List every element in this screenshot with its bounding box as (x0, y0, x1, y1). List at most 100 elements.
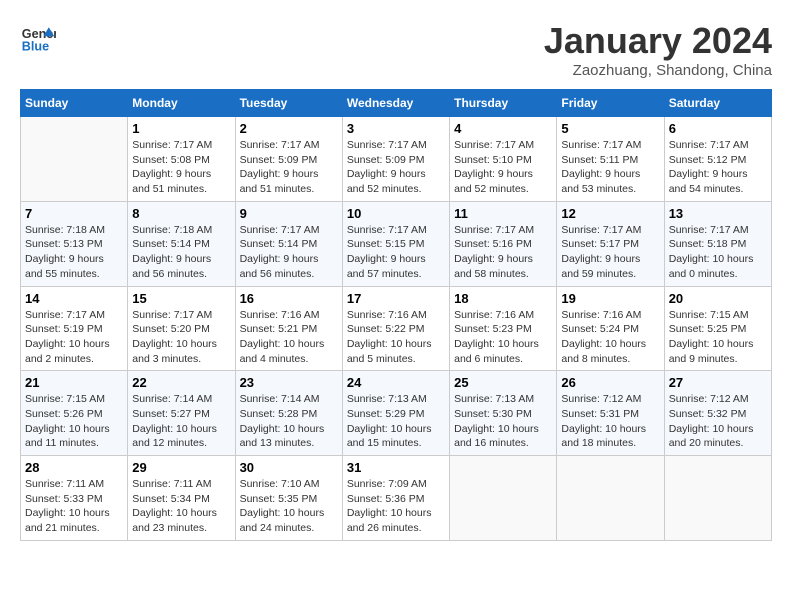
day-number: 26 (561, 375, 659, 390)
calendar-cell: 16 Sunrise: 7:16 AM Sunset: 5:21 PM Dayli… (235, 286, 342, 371)
day-number: 12 (561, 206, 659, 221)
day-number: 19 (561, 291, 659, 306)
day-info: Sunrise: 7:15 AM Sunset: 5:26 PM Dayligh… (25, 392, 123, 451)
day-info: Sunrise: 7:17 AM Sunset: 5:09 PM Dayligh… (240, 138, 338, 197)
day-number: 25 (454, 375, 552, 390)
calendar-cell: 13 Sunrise: 7:17 AM Sunset: 5:18 PM Dayli… (664, 201, 771, 286)
column-header-wednesday: Wednesday (342, 90, 449, 117)
calendar-cell (664, 456, 771, 541)
day-info: Sunrise: 7:17 AM Sunset: 5:11 PM Dayligh… (561, 138, 659, 197)
calendar-week-row: 28 Sunrise: 7:11 AM Sunset: 5:33 PM Dayli… (21, 456, 772, 541)
calendar-cell: 3Sunrise: 7:17 AM Sunset: 5:09 PM Daylig… (342, 117, 449, 202)
day-info: Sunrise: 7:11 AM Sunset: 5:34 PM Dayligh… (132, 477, 230, 536)
day-info: Sunrise: 7:18 AM Sunset: 5:13 PM Dayligh… (25, 223, 123, 282)
calendar-cell: 19 Sunrise: 7:16 AM Sunset: 5:24 PM Dayli… (557, 286, 664, 371)
day-number: 10 (347, 206, 445, 221)
calendar-week-row: 7 Sunrise: 7:18 AM Sunset: 5:13 PM Daylig… (21, 201, 772, 286)
location-subtitle: Zaozhuang, Shandong, China (544, 62, 772, 79)
day-info: Sunrise: 7:16 AM Sunset: 5:24 PM Dayligh… (561, 308, 659, 367)
calendar-cell: 27 Sunrise: 7:12 AM Sunset: 5:32 PM Dayli… (664, 371, 771, 456)
calendar-cell: 30 Sunrise: 7:10 AM Sunset: 5:35 PM Dayli… (235, 456, 342, 541)
day-number: 2 (240, 121, 338, 136)
day-info: Sunrise: 7:09 AM Sunset: 5:36 PM Dayligh… (347, 477, 445, 536)
logo-icon: General Blue (20, 20, 56, 56)
calendar-cell (557, 456, 664, 541)
calendar-cell: 24 Sunrise: 7:13 AM Sunset: 5:29 PM Dayli… (342, 371, 449, 456)
calendar-cell: 12 Sunrise: 7:17 AM Sunset: 5:17 PM Dayli… (557, 201, 664, 286)
calendar-header-row: SundayMondayTuesdayWednesdayThursdayFrid… (21, 90, 772, 117)
column-header-tuesday: Tuesday (235, 90, 342, 117)
calendar-cell: 23 Sunrise: 7:14 AM Sunset: 5:28 PM Dayli… (235, 371, 342, 456)
calendar-cell: 21 Sunrise: 7:15 AM Sunset: 5:26 PM Dayli… (21, 371, 128, 456)
day-number: 30 (240, 460, 338, 475)
logo: General Blue (20, 20, 56, 56)
calendar-cell: 14 Sunrise: 7:17 AM Sunset: 5:19 PM Dayli… (21, 286, 128, 371)
day-number: 1 (132, 121, 230, 136)
day-info: Sunrise: 7:18 AM Sunset: 5:14 PM Dayligh… (132, 223, 230, 282)
page-header: General Blue January 2024 Zaozhuang, Sha… (20, 20, 772, 79)
day-info: Sunrise: 7:17 AM Sunset: 5:09 PM Dayligh… (347, 138, 445, 197)
day-number: 14 (25, 291, 123, 306)
calendar-cell: 31Sunrise: 7:09 AM Sunset: 5:36 PM Dayli… (342, 456, 449, 541)
calendar-week-row: 21 Sunrise: 7:15 AM Sunset: 5:26 PM Dayli… (21, 371, 772, 456)
day-info: Sunrise: 7:16 AM Sunset: 5:23 PM Dayligh… (454, 308, 552, 367)
day-number: 4 (454, 121, 552, 136)
day-number: 16 (240, 291, 338, 306)
day-number: 6 (669, 121, 767, 136)
calendar-cell: 25Sunrise: 7:13 AM Sunset: 5:30 PM Dayli… (450, 371, 557, 456)
column-header-sunday: Sunday (21, 90, 128, 117)
day-number: 22 (132, 375, 230, 390)
month-title: January 2024 (544, 20, 772, 62)
day-number: 17 (347, 291, 445, 306)
day-number: 5 (561, 121, 659, 136)
day-info: Sunrise: 7:16 AM Sunset: 5:21 PM Dayligh… (240, 308, 338, 367)
calendar-cell (21, 117, 128, 202)
calendar-cell (450, 456, 557, 541)
day-info: Sunrise: 7:17 AM Sunset: 5:08 PM Dayligh… (132, 138, 230, 197)
svg-text:Blue: Blue (22, 40, 49, 54)
title-area: January 2024 Zaozhuang, Shandong, China (544, 20, 772, 79)
day-number: 24 (347, 375, 445, 390)
day-number: 23 (240, 375, 338, 390)
calendar-cell: 10 Sunrise: 7:17 AM Sunset: 5:15 PM Dayli… (342, 201, 449, 286)
calendar-cell: 28 Sunrise: 7:11 AM Sunset: 5:33 PM Dayli… (21, 456, 128, 541)
day-number: 29 (132, 460, 230, 475)
calendar-cell: 8Sunrise: 7:18 AM Sunset: 5:14 PM Daylig… (128, 201, 235, 286)
day-number: 15 (132, 291, 230, 306)
day-info: Sunrise: 7:17 AM Sunset: 5:10 PM Dayligh… (454, 138, 552, 197)
day-info: Sunrise: 7:17 AM Sunset: 5:15 PM Dayligh… (347, 223, 445, 282)
day-info: Sunrise: 7:12 AM Sunset: 5:31 PM Dayligh… (561, 392, 659, 451)
calendar-cell: 18Sunrise: 7:16 AM Sunset: 5:23 PM Dayli… (450, 286, 557, 371)
day-info: Sunrise: 7:17 AM Sunset: 5:17 PM Dayligh… (561, 223, 659, 282)
day-number: 28 (25, 460, 123, 475)
day-number: 27 (669, 375, 767, 390)
day-info: Sunrise: 7:17 AM Sunset: 5:19 PM Dayligh… (25, 308, 123, 367)
column-header-saturday: Saturday (664, 90, 771, 117)
day-info: Sunrise: 7:17 AM Sunset: 5:14 PM Dayligh… (240, 223, 338, 282)
calendar-week-row: 14 Sunrise: 7:17 AM Sunset: 5:19 PM Dayli… (21, 286, 772, 371)
calendar-cell: 15 Sunrise: 7:17 AM Sunset: 5:20 PM Dayli… (128, 286, 235, 371)
day-info: Sunrise: 7:14 AM Sunset: 5:28 PM Dayligh… (240, 392, 338, 451)
day-info: Sunrise: 7:17 AM Sunset: 5:20 PM Dayligh… (132, 308, 230, 367)
calendar-cell: 11Sunrise: 7:17 AM Sunset: 5:16 PM Dayli… (450, 201, 557, 286)
day-info: Sunrise: 7:12 AM Sunset: 5:32 PM Dayligh… (669, 392, 767, 451)
calendar-cell: 5 Sunrise: 7:17 AM Sunset: 5:11 PM Daylig… (557, 117, 664, 202)
column-header-friday: Friday (557, 90, 664, 117)
calendar-cell: 4 Sunrise: 7:17 AM Sunset: 5:10 PM Daylig… (450, 117, 557, 202)
day-info: Sunrise: 7:17 AM Sunset: 5:16 PM Dayligh… (454, 223, 552, 282)
day-info: Sunrise: 7:17 AM Sunset: 5:18 PM Dayligh… (669, 223, 767, 282)
calendar-cell: 17Sunrise: 7:16 AM Sunset: 5:22 PM Dayli… (342, 286, 449, 371)
day-number: 13 (669, 206, 767, 221)
calendar-cell: 22 Sunrise: 7:14 AM Sunset: 5:27 PM Dayli… (128, 371, 235, 456)
day-info: Sunrise: 7:11 AM Sunset: 5:33 PM Dayligh… (25, 477, 123, 536)
calendar-cell: 7 Sunrise: 7:18 AM Sunset: 5:13 PM Daylig… (21, 201, 128, 286)
day-info: Sunrise: 7:10 AM Sunset: 5:35 PM Dayligh… (240, 477, 338, 536)
day-number: 21 (25, 375, 123, 390)
day-info: Sunrise: 7:13 AM Sunset: 5:29 PM Dayligh… (347, 392, 445, 451)
day-number: 20 (669, 291, 767, 306)
column-header-monday: Monday (128, 90, 235, 117)
calendar-cell: 9Sunrise: 7:17 AM Sunset: 5:14 PM Daylig… (235, 201, 342, 286)
day-info: Sunrise: 7:14 AM Sunset: 5:27 PM Dayligh… (132, 392, 230, 451)
column-header-thursday: Thursday (450, 90, 557, 117)
day-number: 7 (25, 206, 123, 221)
